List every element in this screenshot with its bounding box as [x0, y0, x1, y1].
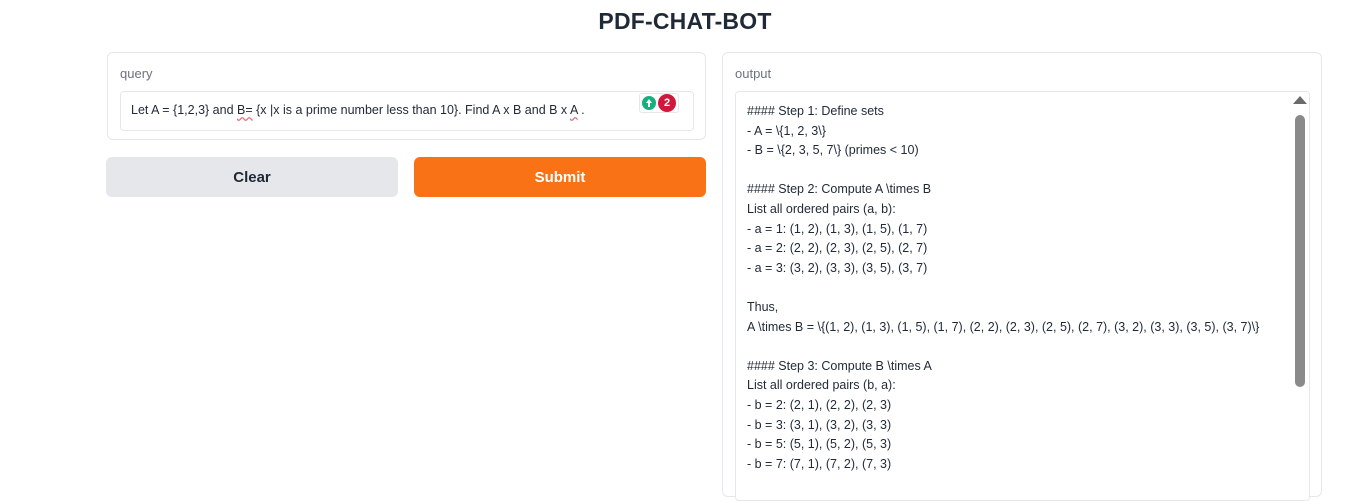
output-panel: output #### Step 1: Define sets - A = \{1… [722, 52, 1322, 501]
output-content: #### Step 1: Define sets - A = \{1, 2, 3\… [747, 102, 1287, 494]
output-scrollbar[interactable] [1291, 92, 1309, 500]
output-line: - A = \{1, 2, 3\} [747, 123, 826, 138]
submit-button[interactable]: Submit [414, 157, 706, 197]
grammar-extension-badge[interactable]: 2 [639, 93, 679, 113]
output-line: - a = 2: (2, 2), (2, 3), (2, 5), (2, 7) [747, 241, 928, 256]
output-line: - b = 7: (7, 1), (7, 2), (7, 3) [747, 456, 892, 471]
scroll-up-arrow-icon[interactable] [1293, 96, 1307, 104]
output-line: - b = 3: (3, 1), (3, 2), (3, 3) [747, 417, 892, 432]
scroll-thumb[interactable] [1295, 115, 1305, 387]
output-label: output [735, 66, 772, 81]
output-line: - a = 1: (1, 2), (1, 3), (1, 5), (1, 7) [747, 221, 928, 236]
query-text-part: . [577, 103, 585, 117]
query-text-part: B= [237, 103, 253, 117]
query-input[interactable]: Let A = {1,2,3} and B= {x |x is a prime … [120, 91, 694, 131]
output-line: Thus, [747, 299, 779, 314]
output-line: - a = 3: (3, 2), (3, 3), (3, 5), (3, 7) [747, 260, 928, 275]
output-line: List all ordered pairs (a, b): [747, 201, 896, 216]
output-textbox[interactable]: #### Step 1: Define sets - A = \{1, 2, 3\… [735, 91, 1310, 501]
query-panel: query Let A = {1,2,3} and B= {x |x is a … [107, 52, 706, 140]
output-line: #### Step 3: Compute B \times A [747, 358, 932, 373]
output-line: - b = 2: (2, 1), (2, 2), (2, 3) [747, 397, 892, 412]
output-line: #### Step 2: Compute A \times B [747, 182, 932, 197]
output-line: - b = 5: (5, 1), (5, 2), (5, 3) [747, 437, 892, 452]
output-line: List all ordered pairs (b, a): [747, 378, 896, 393]
clear-button[interactable]: Clear [106, 157, 398, 197]
page-title: PDF-CHAT-BOT [598, 8, 772, 34]
output-line: #### Step 1: Define sets [747, 104, 884, 118]
grammar-check-icon [642, 96, 656, 110]
issue-count-badge: 2 [658, 94, 676, 112]
query-label: query [120, 66, 153, 81]
output-line: A \times B = \{(1, 2), (1, 3), (1, 5), (… [747, 319, 1260, 334]
query-text-part: A [569, 103, 578, 117]
output-line: - B = \{2, 3, 5, 7\} (primes < 10) [747, 143, 919, 158]
query-text-part: {x |x is a prime number less than 10}. F… [252, 103, 570, 117]
query-text-part: Let A = {1,2,3} and [131, 103, 238, 117]
